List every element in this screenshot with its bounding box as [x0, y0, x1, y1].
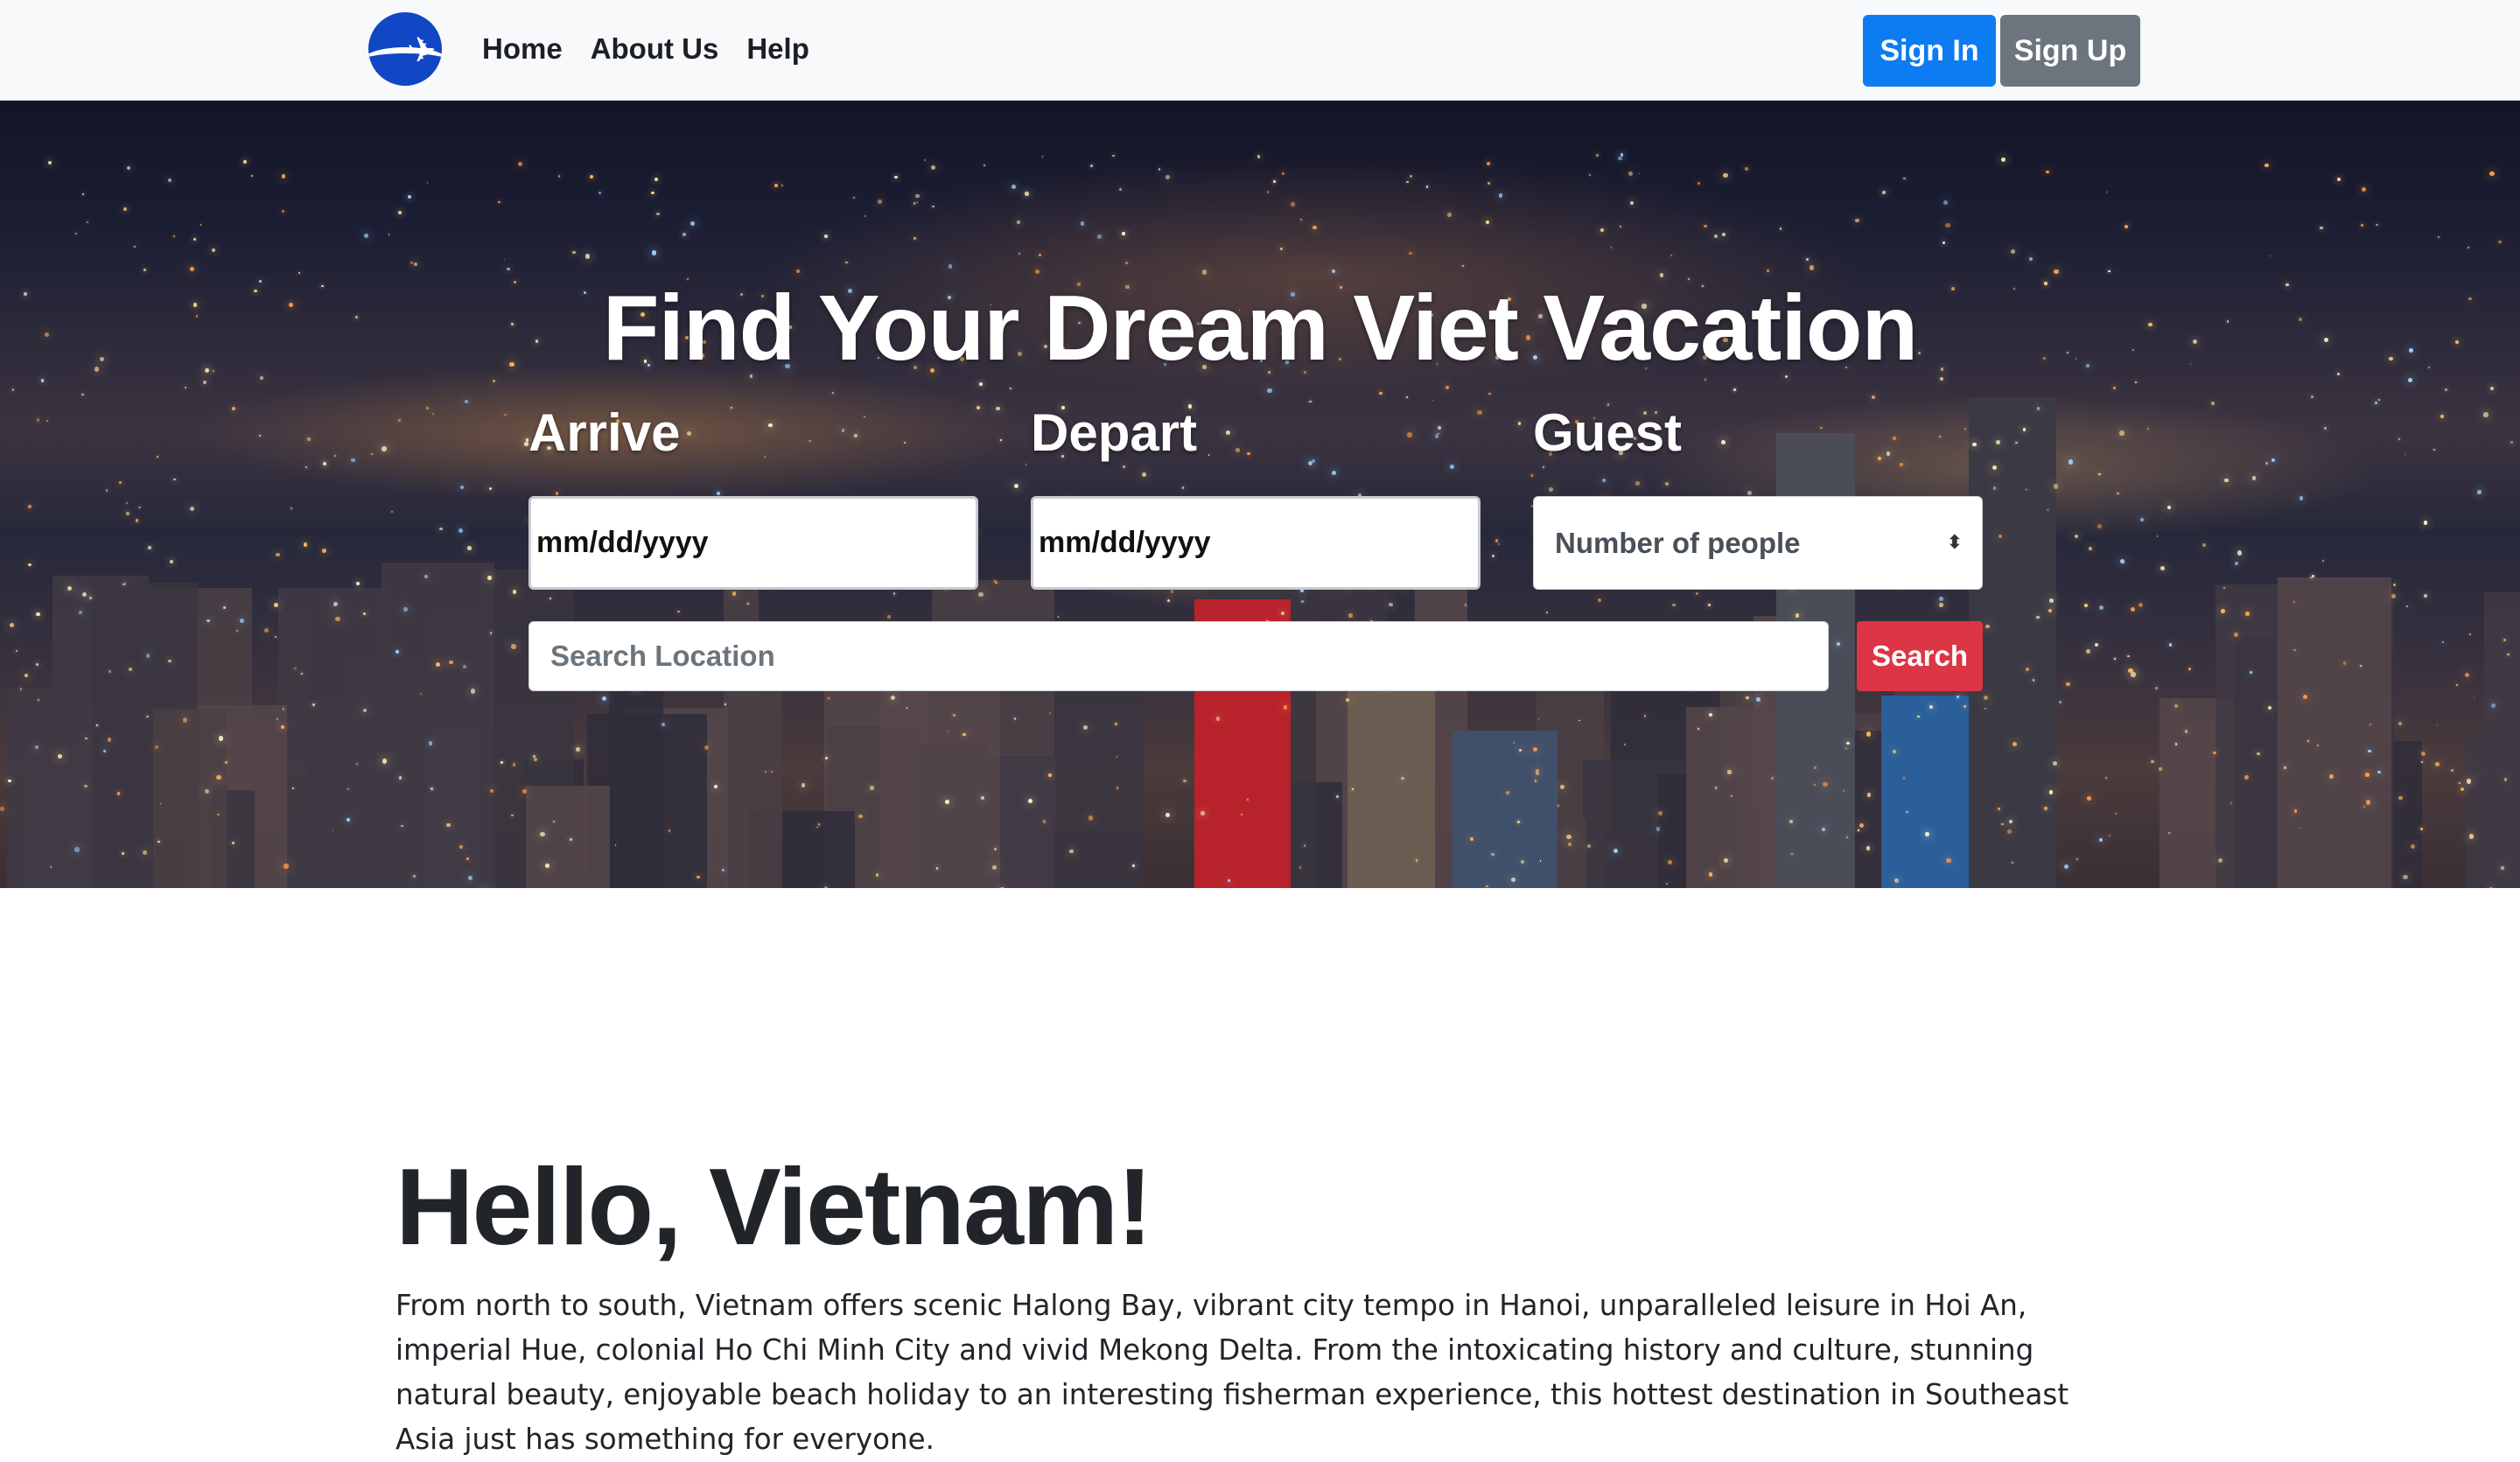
guest-select-value: Number of people — [1555, 527, 1801, 559]
hero-banner: Find Your Dream Viet Vacation Arrive Dep… — [0, 101, 2520, 888]
depart-date-input[interactable]: mm/dd/yyyy — [1031, 496, 1480, 590]
navbar: ✈ Home About Us Help Sign In Sign Up — [0, 0, 2520, 101]
nav-link-home[interactable]: Home — [482, 30, 563, 68]
hero-title: Find Your Dream Viet Vacation — [602, 276, 1919, 380]
guest-label: Guest — [1533, 403, 1683, 462]
arrive-date-input[interactable]: mm/dd/yyyy — [528, 496, 978, 590]
nav-link-help[interactable]: Help — [746, 30, 809, 68]
sign-in-button[interactable]: Sign In — [1863, 15, 1996, 87]
search-location-input[interactable]: Search Location — [528, 621, 1829, 691]
nav-links: Home About Us Help — [482, 30, 809, 68]
page-heading: Hello, Vietnam! — [396, 1147, 1152, 1268]
guest-count-select[interactable]: Number of people ⬍ — [1533, 496, 1983, 590]
arrive-label: Arrive — [528, 403, 681, 462]
depart-label: Depart — [1031, 403, 1198, 462]
select-caret-icon: ⬍ — [1946, 532, 1963, 554]
nav-link-about-us[interactable]: About Us — [591, 30, 719, 68]
sign-up-button[interactable]: Sign Up — [2000, 15, 2140, 87]
intro-paragraph: From north to south, Vietnam offers scen… — [396, 1289, 2069, 1456]
airplane-logo-icon[interactable]: ✈ — [368, 12, 442, 86]
city-night-background — [0, 101, 2520, 888]
search-button[interactable]: Search — [1857, 621, 1983, 691]
